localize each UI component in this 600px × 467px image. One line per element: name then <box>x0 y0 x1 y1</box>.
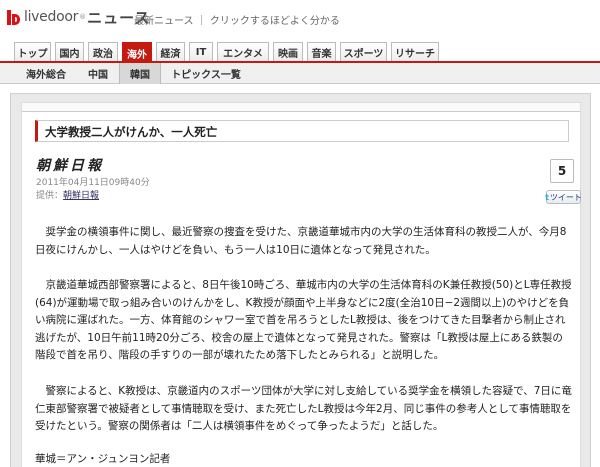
subtab-korea[interactable]: 韓国 <box>119 63 161 84</box>
article-title: 大学教授二人がけんか、一人死亡 <box>45 125 218 139</box>
article-paragraph: 警察によると、K教授は、京畿道内のスポーツ団体が大学に対し支給している奨学金を横… <box>35 385 572 432</box>
tweet-button-label: ツイート <box>549 192 582 202</box>
tab-entertainment[interactable]: エンタメ <box>217 42 269 61</box>
tab-top[interactable]: トップ <box>14 42 51 61</box>
article-top-bar <box>22 103 580 112</box>
article-date: 2011年04月11日09時40分 <box>36 178 150 188</box>
article-frame: 大学教授二人がけんか、一人死亡 朝鮮日報 2011年04月11日09時40分 提… <box>10 93 591 467</box>
article-paragraph: 奨学金の横領事件に関し、最近警察の捜査を受けた、京畿道華城市内の大学の生活体育科… <box>35 226 567 256</box>
tab-economy[interactable]: 経済 <box>156 42 185 61</box>
article-paragraph: 京畿道華城西部警察署によると、8日午後10時ごろ、華城市内の大学の生活体育科のK… <box>35 279 572 361</box>
article-provider: 提供：朝鮮日報 <box>36 188 99 201</box>
site-header: livedoor ® ニュース 最新ニュース ｜ クリックするほどよく分かる <box>0 0 600 36</box>
article-panel: 大学教授二人がけんか、一人死亡 朝鮮日報 2011年04月11日09時40分 提… <box>21 102 582 467</box>
provider-label: 提供： <box>36 191 64 201</box>
site-tagline: 最新ニュース ｜ クリックするほどよく分かる <box>134 16 340 27</box>
livedoor-logo-icon <box>6 9 21 26</box>
tab-domestic[interactable]: 国内 <box>55 42 84 61</box>
tab-it[interactable]: IT <box>189 42 213 61</box>
logo-text: livedoor <box>24 9 79 25</box>
tab-music[interactable]: 音楽 <box>307 42 336 61</box>
livedoor-news-logo[interactable]: livedoor ® ニュース <box>6 7 150 27</box>
tab-world[interactable]: 海外 <box>122 42 152 63</box>
main-category-tabs: トップ 国内 政治 海外 経済 IT エンタメ 映画 音楽 スポーツ リサーチ <box>0 42 600 63</box>
chosun-ilbo-logo[interactable]: 朝鮮日報 <box>36 155 104 175</box>
tab-movies[interactable]: 映画 <box>273 42 303 61</box>
provider-link[interactable]: 朝鮮日報 <box>63 191 99 201</box>
article-byline: 華城＝アン・ジュンヨン記者 <box>35 453 171 465</box>
tweet-button[interactable]: t ツイート <box>545 190 582 204</box>
subtab-topics-list[interactable]: トピックス一覧 <box>164 63 248 84</box>
tab-politics[interactable]: 政治 <box>88 42 118 61</box>
tab-sports[interactable]: スポーツ <box>340 42 387 61</box>
subtab-china[interactable]: 中国 <box>79 63 117 84</box>
tab-research[interactable]: リサーチ <box>391 42 439 61</box>
logo-registered-mark: ® <box>79 13 87 21</box>
subtab-world-general[interactable]: 海外総合 <box>16 63 76 84</box>
twitter-icon: t <box>545 192 549 202</box>
sub-category-nav: 海外総合 中国 韓国 トピックス一覧 <box>0 63 600 84</box>
tweet-count-badge: 5 <box>550 159 574 183</box>
article-title-box: 大学教授二人がけんか、一人死亡 <box>35 120 569 142</box>
